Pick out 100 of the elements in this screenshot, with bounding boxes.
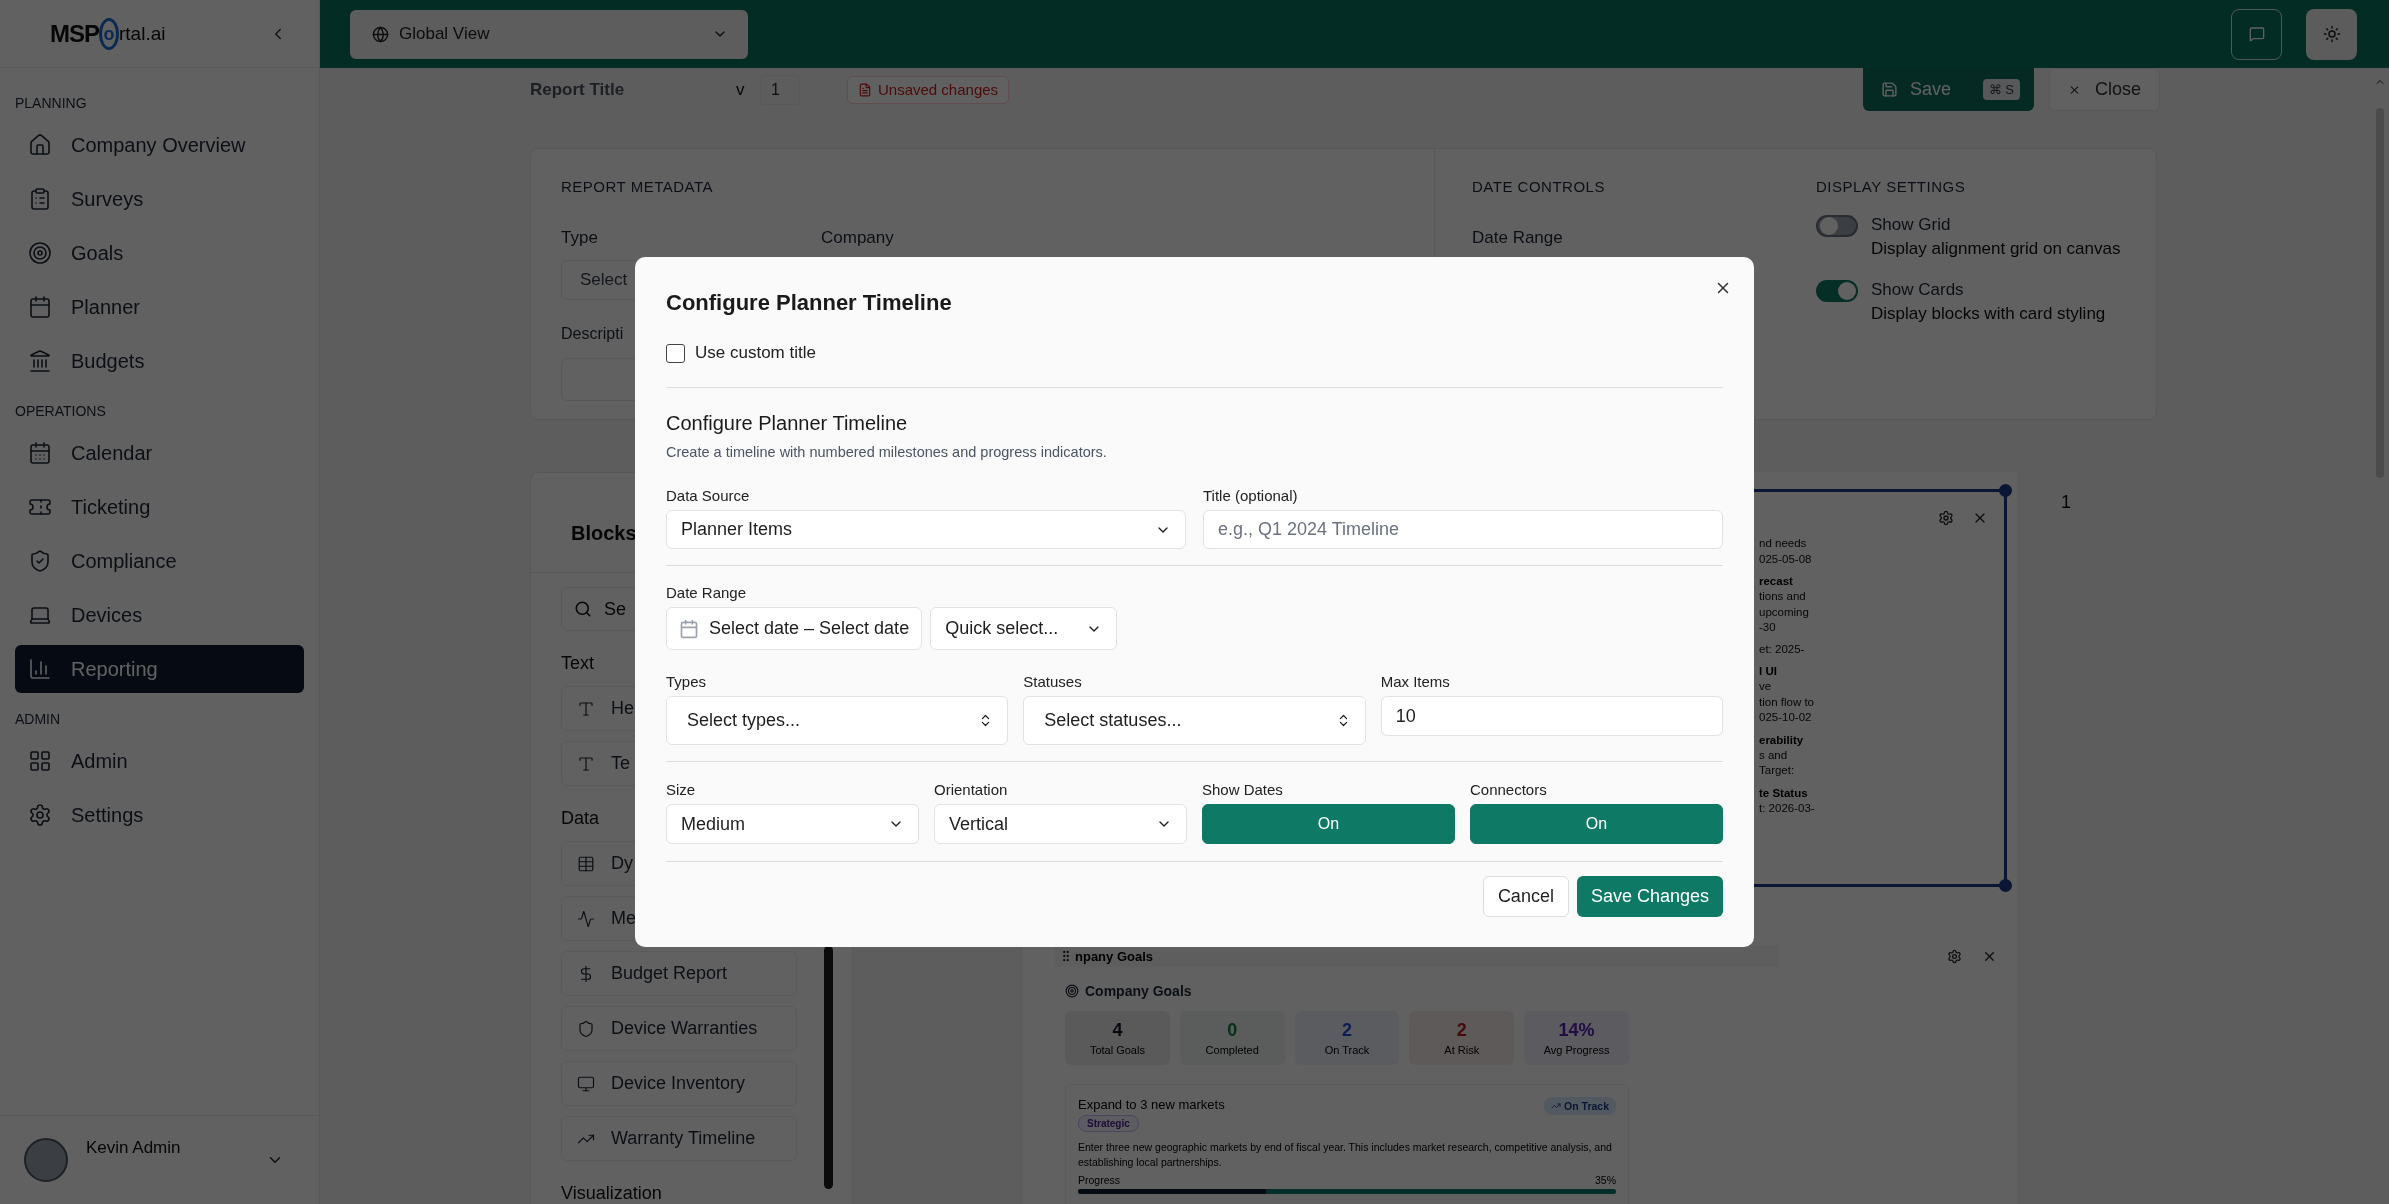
field-label: Orientation	[934, 781, 1009, 799]
field-label: Data Source	[666, 487, 751, 505]
globe-icon	[372, 25, 389, 43]
goal-description: Enter three new geographic markets by end of fiscal year. This includes market research, competitive analysis, and establishing local partnerships.	[1078, 1140, 1613, 1170]
statuses-select[interactable]: Select statuses...	[1023, 696, 1366, 745]
calendar-icon	[28, 441, 52, 465]
block-item[interactable]: Warranty Timeline	[561, 1116, 797, 1161]
field-label: Size	[666, 781, 697, 799]
group-title: Data	[561, 807, 600, 830]
milestone-text: ve	[1759, 679, 1772, 694]
trend-icon	[1551, 1101, 1562, 1111]
text-icon	[577, 754, 595, 773]
page-number: 1	[2061, 492, 2071, 512]
block-item[interactable]: Device Inventory	[561, 1061, 797, 1106]
milestone-text: 025-05-08	[1759, 551, 1812, 567]
max-items-field[interactable]: 10	[1380, 696, 1723, 736]
toggle-button[interactable]: On	[1470, 804, 1723, 844]
progress-label: Progress	[1078, 1174, 1120, 1186]
toggle-switch[interactable]	[1816, 280, 1858, 302]
group-title: Text	[561, 652, 594, 675]
unsaved-badge: Unsaved changes	[847, 75, 1010, 104]
logo: MSP o rtal.ai	[50, 17, 166, 50]
field-label: Type	[561, 228, 599, 248]
field-label: Statuses	[1023, 673, 1083, 691]
table-icon	[577, 854, 595, 873]
nav-item[interactable]: Budgets	[15, 337, 304, 385]
size-select[interactable]: Medium	[666, 804, 919, 844]
section-heading: DATE CONTROLS	[1472, 179, 1606, 195]
checkbox-label: Use custom title	[695, 343, 816, 363]
block-item[interactable]: Device Warranties	[561, 1006, 797, 1051]
scope-select[interactable]: Global View	[350, 9, 748, 59]
orientation-select[interactable]: Vertical	[934, 804, 1187, 844]
section-subtitle: Create a timeline with numbered milestones and progress indicators.	[666, 443, 1108, 461]
cancel-button[interactable]: Cancel	[1482, 876, 1569, 917]
field-label: Descripti	[561, 324, 625, 344]
title-field[interactable]: e.g., Q1 2024 Timeline	[1203, 510, 1723, 549]
status-badge: On Track	[1544, 1097, 1616, 1115]
message-button[interactable]	[2231, 8, 2282, 60]
date-range-button[interactable]: Select date – Select date	[666, 607, 923, 650]
message-icon	[2248, 26, 2265, 42]
nav-item[interactable]: Planner	[15, 283, 304, 331]
milestone-text: et: 2025-	[1759, 641, 1805, 657]
block-title: npany Goals	[1075, 948, 1154, 964]
toggle-description: Display blocks with card styling	[1871, 304, 2106, 324]
resize-handle[interactable]	[1999, 484, 2012, 497]
quick-select[interactable]: Quick select...	[930, 607, 1118, 650]
goal-title: Expand to 3 new markets	[1078, 1097, 1225, 1112]
milestone-text: nd needs	[1759, 536, 1807, 551]
nav-item[interactable]: Goals	[15, 229, 304, 277]
milestone-text: t: 2026-03-	[1759, 800, 1815, 816]
nav-item[interactable]: Surveys	[15, 175, 304, 223]
nav-item[interactable]: Reporting	[15, 645, 304, 693]
save-icon	[1881, 81, 1898, 98]
section-title: OPERATIONS	[15, 402, 107, 421]
monitor-icon	[577, 1074, 595, 1093]
milestone-title: te Status	[1759, 785, 1808, 801]
milestone-text: tions and	[1759, 589, 1806, 604]
nav-item[interactable]: Company Overview	[15, 121, 304, 169]
settings-icon[interactable]	[1938, 510, 1954, 526]
field-label: Title (optional)	[1203, 487, 1299, 505]
stat-value: 0	[1227, 1020, 1238, 1041]
stat-value: 2	[1456, 1020, 1467, 1041]
goals-title: Company Goals	[1085, 983, 1192, 999]
nav-item[interactable]: Admin	[15, 737, 304, 785]
toggle-button[interactable]: On	[1202, 804, 1455, 844]
types-select[interactable]: Select types...	[666, 696, 1009, 745]
checkbox[interactable]	[666, 343, 685, 363]
block-item[interactable]: Budget Report	[561, 951, 797, 996]
settings-icon	[28, 803, 52, 827]
theme-button[interactable]	[2306, 8, 2357, 60]
pulse-icon	[577, 909, 595, 928]
milestone-text: -30	[1759, 620, 1776, 635]
milestone-title: erability	[1759, 732, 1804, 748]
settings-icon[interactable]	[1947, 948, 1962, 964]
data-source-select[interactable]: Planner Items	[666, 510, 1186, 549]
resize-handle[interactable]	[1999, 879, 2012, 892]
stat-label: On Track	[1324, 1044, 1370, 1056]
calendar-icon	[679, 618, 699, 639]
nav-item[interactable]: Settings	[15, 791, 304, 839]
stat-value: 14%	[1558, 1020, 1595, 1041]
milestone-text: 025-10-02	[1759, 710, 1812, 725]
stat-value: 2	[1342, 1020, 1352, 1041]
dialog-title: Configure Planner Timeline	[666, 289, 953, 317]
save-button[interactable]: Save ⌘ S	[1863, 68, 2034, 111]
progress-value: 35%	[1595, 1174, 1616, 1186]
nav-item[interactable]: Ticketing	[15, 483, 304, 531]
nav-item[interactable]: Calendar	[15, 429, 304, 477]
user-name: Kevin Admin	[86, 1138, 182, 1158]
close-button[interactable]: Close	[2049, 68, 2160, 111]
field-label: Date Range	[1472, 228, 1564, 248]
sun-icon	[2322, 25, 2341, 43]
version-field[interactable]: 1	[760, 74, 800, 105]
milestone-text: Target:	[1759, 763, 1795, 778]
nav-item[interactable]: Devices	[15, 591, 304, 639]
goal-tag: Strategic	[1078, 1115, 1139, 1132]
nav-item[interactable]: Compliance	[15, 537, 304, 585]
toggle-switch[interactable]	[1816, 215, 1858, 237]
shortcut-key: ⌘ S	[1982, 79, 2020, 100]
section-title: Configure Planner Timeline	[666, 411, 909, 436]
save-changes-button[interactable]: Save Changes	[1576, 876, 1723, 917]
